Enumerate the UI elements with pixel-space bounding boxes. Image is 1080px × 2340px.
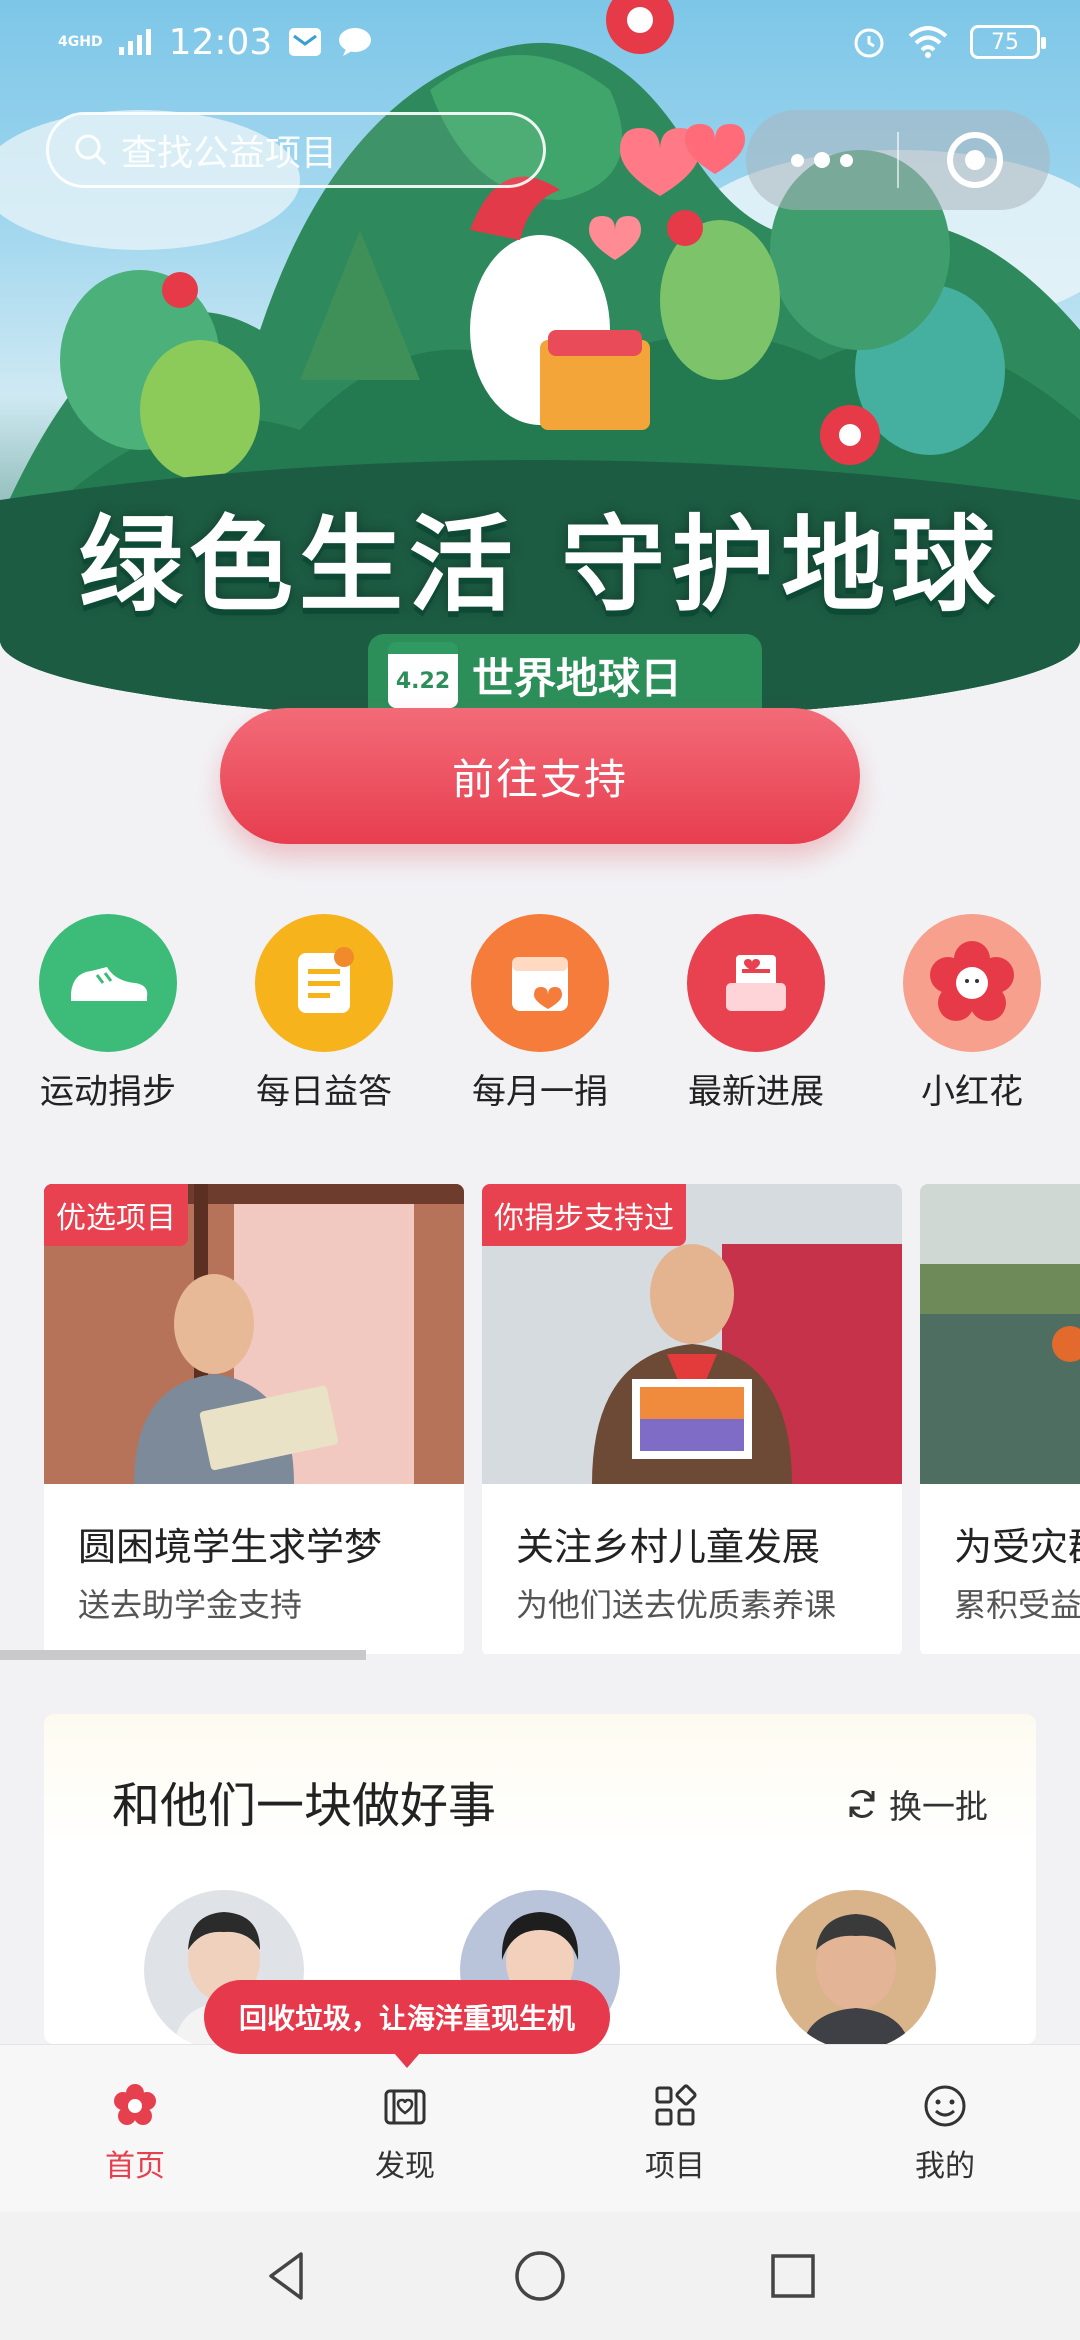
project-photo (920, 1184, 1080, 1484)
earth-day-badge: 4.22 世界地球日 (368, 634, 762, 716)
calendar-date-icon: 4.22 (388, 642, 458, 708)
quick-entry-label: 小红花 (921, 1072, 1023, 1112)
quick-entry-label: 运动捐步 (40, 1072, 176, 1112)
close-miniprogram-button[interactable] (899, 110, 1050, 210)
quiz-icon (255, 914, 393, 1052)
banner-headline: 绿色生活 守护地球 (78, 504, 1002, 626)
support-button[interactable]: 前往支持 (220, 708, 860, 844)
quick-entries: 运动捐步 每日益答 每月一捐 最新进展 小红花 (0, 914, 1080, 1114)
quick-entry-label: 每月一捐 (472, 1072, 608, 1112)
flower-icon (114, 2084, 156, 2125)
refresh-label: 换一批 (889, 1787, 988, 1826)
section-title: 和他们一块做好事 (112, 1778, 497, 1834)
tab-discover[interactable]: 发现 (270, 2045, 540, 2212)
tab-projects[interactable]: 项目 (540, 2045, 810, 2212)
project-title: 为受灾群 (954, 1525, 1080, 1569)
recents-icon[interactable] (765, 2248, 821, 2304)
battery-indicator: 75 (970, 25, 1046, 59)
quick-entry-quiz[interactable]: 每日益答 (216, 914, 432, 1113)
system-navigation-bar (0, 2212, 1080, 2340)
tab-label: 我的 (915, 2149, 975, 2184)
alarm-icon (854, 28, 884, 58)
quick-entry-label: 每日益答 (256, 1072, 392, 1112)
project-subtitle: 为他们送去优质素养课 (516, 1586, 837, 1624)
project-carousel[interactable]: 优选项目 圆困境学生求学梦 送去助学金支持 你捐步支持过 关注乡村儿童发展 为他… (0, 1184, 1080, 1654)
quick-entry-label: 最新进展 (688, 1072, 824, 1112)
more-button[interactable] (746, 110, 897, 210)
tab-home[interactable]: 首页 (0, 2045, 270, 2212)
search-placeholder: 查找公益项目 (121, 133, 338, 174)
quick-entry-monthly[interactable]: 每月一捐 (432, 914, 648, 1113)
promo-tooltip[interactable]: 回收垃圾，让海洋重现生机 (204, 1980, 610, 2068)
home-icon[interactable] (512, 2248, 568, 2304)
battery-level: 75 (991, 29, 1019, 55)
avatar[interactable] (776, 1890, 936, 2044)
project-card[interactable]: 优选项目 圆困境学生求学梦 送去助学金支持 (44, 1184, 464, 1654)
tab-label: 首页 (105, 2149, 165, 2184)
earth-day-label: 世界地球日 (472, 653, 683, 703)
discover-icon (384, 2089, 426, 2125)
target-icon (946, 132, 1003, 188)
quick-entry-progress[interactable]: 最新进展 (648, 914, 864, 1113)
project-title: 圆困境学生求学梦 (78, 1525, 383, 1569)
search-icon (75, 134, 107, 166)
project-subtitle: 送去助学金支持 (78, 1586, 303, 1624)
mini-program-capsule (746, 110, 1050, 210)
calendar-icon (471, 914, 609, 1052)
tab-me[interactable]: 我的 (810, 2045, 1080, 2212)
refresh-icon (849, 1790, 875, 1818)
quick-entry-red-flower[interactable]: 小红花 (864, 914, 1080, 1113)
chat-bubble-icon (339, 28, 372, 56)
signal-icon (118, 29, 151, 55)
project-card[interactable]: 为受灾群 累积受益 (920, 1184, 1080, 1654)
tab-label: 发现 (375, 2149, 435, 2184)
search-input[interactable]: 查找公益项目 (46, 112, 546, 188)
quick-entry-steps[interactable]: 运动捐步 (0, 914, 216, 1113)
hero-banner[interactable]: 4GHD 12:03 75 查找公益项目 绿色生活 守护地球 4.22 世界地球… (0, 0, 1080, 720)
project-subtitle: 累积受益 (954, 1586, 1080, 1624)
mail-icon (289, 28, 322, 56)
wifi-icon (908, 26, 948, 58)
refresh-button[interactable]: 换一批 (845, 1780, 988, 1828)
sneaker-icon (39, 914, 177, 1052)
clock: 12:03 (168, 21, 273, 63)
tab-label: 项目 (645, 2149, 705, 2184)
project-card[interactable]: 你捐步支持过 关注乡村儿童发展 为他们送去优质素养课 (482, 1184, 902, 1654)
inbox-icon (687, 914, 825, 1052)
network-type: 4GHD (58, 34, 103, 50)
bottom-tab-bar: 首页 发现 项目 我的 (0, 2044, 1080, 2212)
smiley-icon (924, 2085, 966, 2127)
status-bar: 4GHD 12:03 75 (0, 0, 1080, 84)
carousel-scroll-indicator (0, 1650, 366, 1660)
project-tag: 你捐步支持过 (482, 1184, 686, 1246)
grid-icon (655, 2084, 697, 2126)
more-dots-icon (790, 152, 853, 168)
project-tag: 优选项目 (44, 1184, 188, 1246)
back-icon[interactable] (259, 2248, 315, 2304)
red-flower-icon (903, 914, 1041, 1052)
project-title: 关注乡村儿童发展 (516, 1525, 821, 1569)
